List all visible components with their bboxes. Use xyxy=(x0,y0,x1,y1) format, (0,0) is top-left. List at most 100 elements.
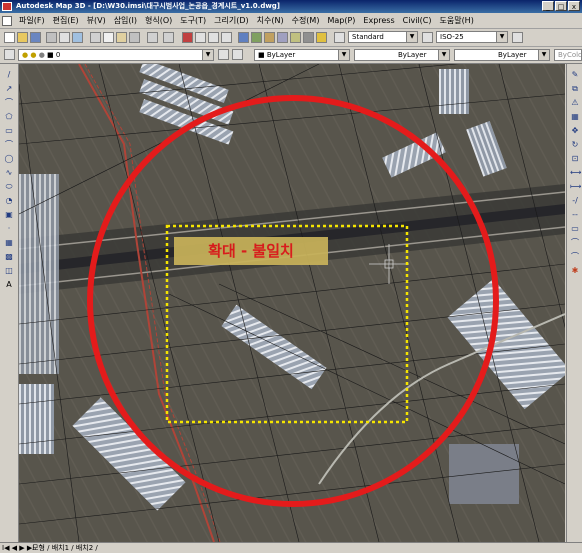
sheet-set-icon[interactable] xyxy=(277,32,288,43)
text-style-icon[interactable] xyxy=(334,32,345,43)
region-tool-icon[interactable]: ◫ xyxy=(4,266,14,276)
polygon-tool-icon[interactable]: ⬠ xyxy=(4,112,14,122)
menu-help[interactable]: 도움말(H) xyxy=(435,15,477,26)
hatch-tool-icon[interactable]: ▦ xyxy=(4,238,14,248)
spline-tool-icon[interactable]: ∿ xyxy=(4,168,14,178)
markup-icon[interactable] xyxy=(290,32,301,43)
menu-dimension[interactable]: 치수(N) xyxy=(253,15,288,26)
fillet-tool-icon[interactable]: ⌒ xyxy=(570,238,580,248)
publish-icon[interactable] xyxy=(72,32,83,43)
extend-tool-icon[interactable]: ⟼ xyxy=(570,182,581,192)
title-bar: Autodesk Map 3D - [D:\W30.imsi\대구시범사업_논공… xyxy=(0,0,582,13)
zoom-window-icon[interactable] xyxy=(208,32,219,43)
chevron-down-icon: ▼ xyxy=(538,50,549,60)
undo-icon[interactable] xyxy=(147,32,158,43)
print-icon[interactable] xyxy=(46,32,57,43)
chamfer-tool-icon[interactable]: ▭ xyxy=(570,224,580,234)
color-swatch-icon: ■ xyxy=(258,51,267,59)
help-icon[interactable] xyxy=(316,32,327,43)
redo-icon[interactable] xyxy=(163,32,174,43)
drawing-area[interactable]: 확대 - 불일치 xyxy=(19,64,565,542)
multiline-text-tool-icon[interactable]: A xyxy=(4,280,14,290)
copy-tool-icon[interactable]: ⧉ xyxy=(570,84,580,94)
line-tool-icon[interactable]: / xyxy=(4,70,14,80)
menu-modify[interactable]: 수정(M) xyxy=(288,15,324,26)
save-icon[interactable] xyxy=(30,32,41,43)
move-tool-icon[interactable]: ✥ xyxy=(570,126,580,136)
menu-edit[interactable]: 편집(E) xyxy=(49,15,83,26)
tool-palettes-icon[interactable] xyxy=(264,32,275,43)
mirror-tool-icon[interactable]: ⚠ xyxy=(570,98,580,108)
paste-icon[interactable] xyxy=(116,32,127,43)
polyline-tool-icon[interactable]: ⌒ xyxy=(4,98,14,108)
pan-icon[interactable] xyxy=(182,32,193,43)
copy-icon[interactable] xyxy=(103,32,114,43)
plotstyle-select[interactable]: ByColor xyxy=(554,49,582,61)
open-icon[interactable] xyxy=(17,32,28,43)
lineweight-value: ByLayer xyxy=(498,51,527,59)
gradient-tool-icon[interactable]: ▩ xyxy=(4,252,14,262)
rectangle-tool-icon[interactable]: ▭ xyxy=(4,126,14,136)
trim-tool-icon[interactable]: -/ xyxy=(570,196,580,206)
chevron-down-icon: ▼ xyxy=(338,50,349,60)
menu-express[interactable]: Express xyxy=(359,16,398,25)
table-style-icon[interactable] xyxy=(512,32,523,43)
menu-map[interactable]: Map(P) xyxy=(323,16,359,25)
properties-icon[interactable] xyxy=(238,32,249,43)
point-tool-icon[interactable]: · xyxy=(4,224,14,234)
make-current-layer-icon[interactable] xyxy=(218,49,229,60)
menu-civil[interactable]: Civil(C) xyxy=(399,16,436,25)
explode-tool-icon[interactable]: ✱ xyxy=(570,266,580,276)
minimize-button[interactable]: _ xyxy=(542,1,554,11)
menu-bar: 파일(F) 편집(E) 뷰(V) 삽입(I) 형식(O) 도구(T) 그리기(D… xyxy=(0,13,582,29)
plotstyle-value: ByColor xyxy=(558,51,582,59)
dim-style-value: ISO-25 xyxy=(440,33,464,41)
layer-manager-icon[interactable] xyxy=(4,49,15,60)
join-tool-icon[interactable]: ⌒ xyxy=(570,252,580,262)
close-button[interactable]: x xyxy=(568,1,580,11)
menu-insert[interactable]: 삽입(I) xyxy=(110,15,141,26)
insert-block-tool-icon[interactable]: ▣ xyxy=(4,210,14,220)
maximize-button[interactable]: □ xyxy=(555,1,567,11)
window-controls: _ □ x xyxy=(542,1,580,11)
layers-properties-toolbar: ● ● ● ■ 0 ▼ ■ ByLayer ▼ ByLayer ▼ ByLaye… xyxy=(0,47,582,64)
layout-tabs-bar: I◀ ◀ ▶ ▶I 모형 / 배치1 / 배치2 / xyxy=(0,542,582,553)
menu-file[interactable]: 파일(F) xyxy=(15,15,49,26)
layer-select[interactable]: ● ● ● ■ 0 ▼ xyxy=(18,49,214,61)
offset-tool-icon[interactable]: ▦ xyxy=(570,112,580,122)
preview-icon[interactable] xyxy=(59,32,70,43)
document-icon[interactable] xyxy=(2,15,12,26)
menu-format[interactable]: 형식(O) xyxy=(141,15,176,26)
menu-tools[interactable]: 도구(T) xyxy=(176,15,210,26)
scale-tool-icon[interactable]: ⊡ xyxy=(570,154,580,164)
standard-toolbar: Standard ▼ ISO-25 ▼ xyxy=(0,29,582,47)
circle-tool-icon[interactable]: ◯ xyxy=(4,154,14,164)
zoom-realtime-icon[interactable] xyxy=(195,32,206,43)
aerial-map xyxy=(19,64,565,542)
break-tool-icon[interactable]: -- xyxy=(570,210,580,220)
dim-style-icon[interactable] xyxy=(422,32,433,43)
calculator-icon[interactable] xyxy=(303,32,314,43)
layer-previous-icon[interactable] xyxy=(232,49,243,60)
menu-view[interactable]: 뷰(V) xyxy=(83,15,110,26)
design-center-icon[interactable] xyxy=(251,32,262,43)
building-block xyxy=(449,444,519,504)
linetype-select[interactable]: ByLayer ▼ xyxy=(354,49,450,61)
stretch-tool-icon[interactable]: ⟷ xyxy=(570,168,581,178)
text-style-select[interactable]: Standard ▼ xyxy=(348,31,418,43)
lineweight-select[interactable]: ByLayer ▼ xyxy=(454,49,550,61)
dim-style-select[interactable]: ISO-25 ▼ xyxy=(436,31,508,43)
construction-line-tool-icon[interactable]: ↗ xyxy=(4,84,14,94)
ellipse-arc-tool-icon[interactable]: ◔ xyxy=(4,196,14,206)
rotate-tool-icon[interactable]: ↻ xyxy=(570,140,580,150)
ellipse-tool-icon[interactable]: ⬭ xyxy=(4,182,14,192)
color-select[interactable]: ■ ByLayer ▼ xyxy=(254,49,350,61)
match-properties-icon[interactable] xyxy=(129,32,140,43)
erase-tool-icon[interactable]: ✎ xyxy=(570,70,580,80)
new-icon[interactable] xyxy=(4,32,15,43)
zoom-previous-icon[interactable] xyxy=(221,32,232,43)
modify-toolbar: ✎ ⧉ ⚠ ▦ ✥ ↻ ⊡ ⟷ ⟼ -/ -- ▭ ⌒ ⌒ ✱ xyxy=(566,64,582,542)
arc-tool-icon[interactable]: ⌒ xyxy=(4,140,14,150)
cut-icon[interactable] xyxy=(90,32,101,43)
menu-draw[interactable]: 그리기(D) xyxy=(210,15,252,26)
